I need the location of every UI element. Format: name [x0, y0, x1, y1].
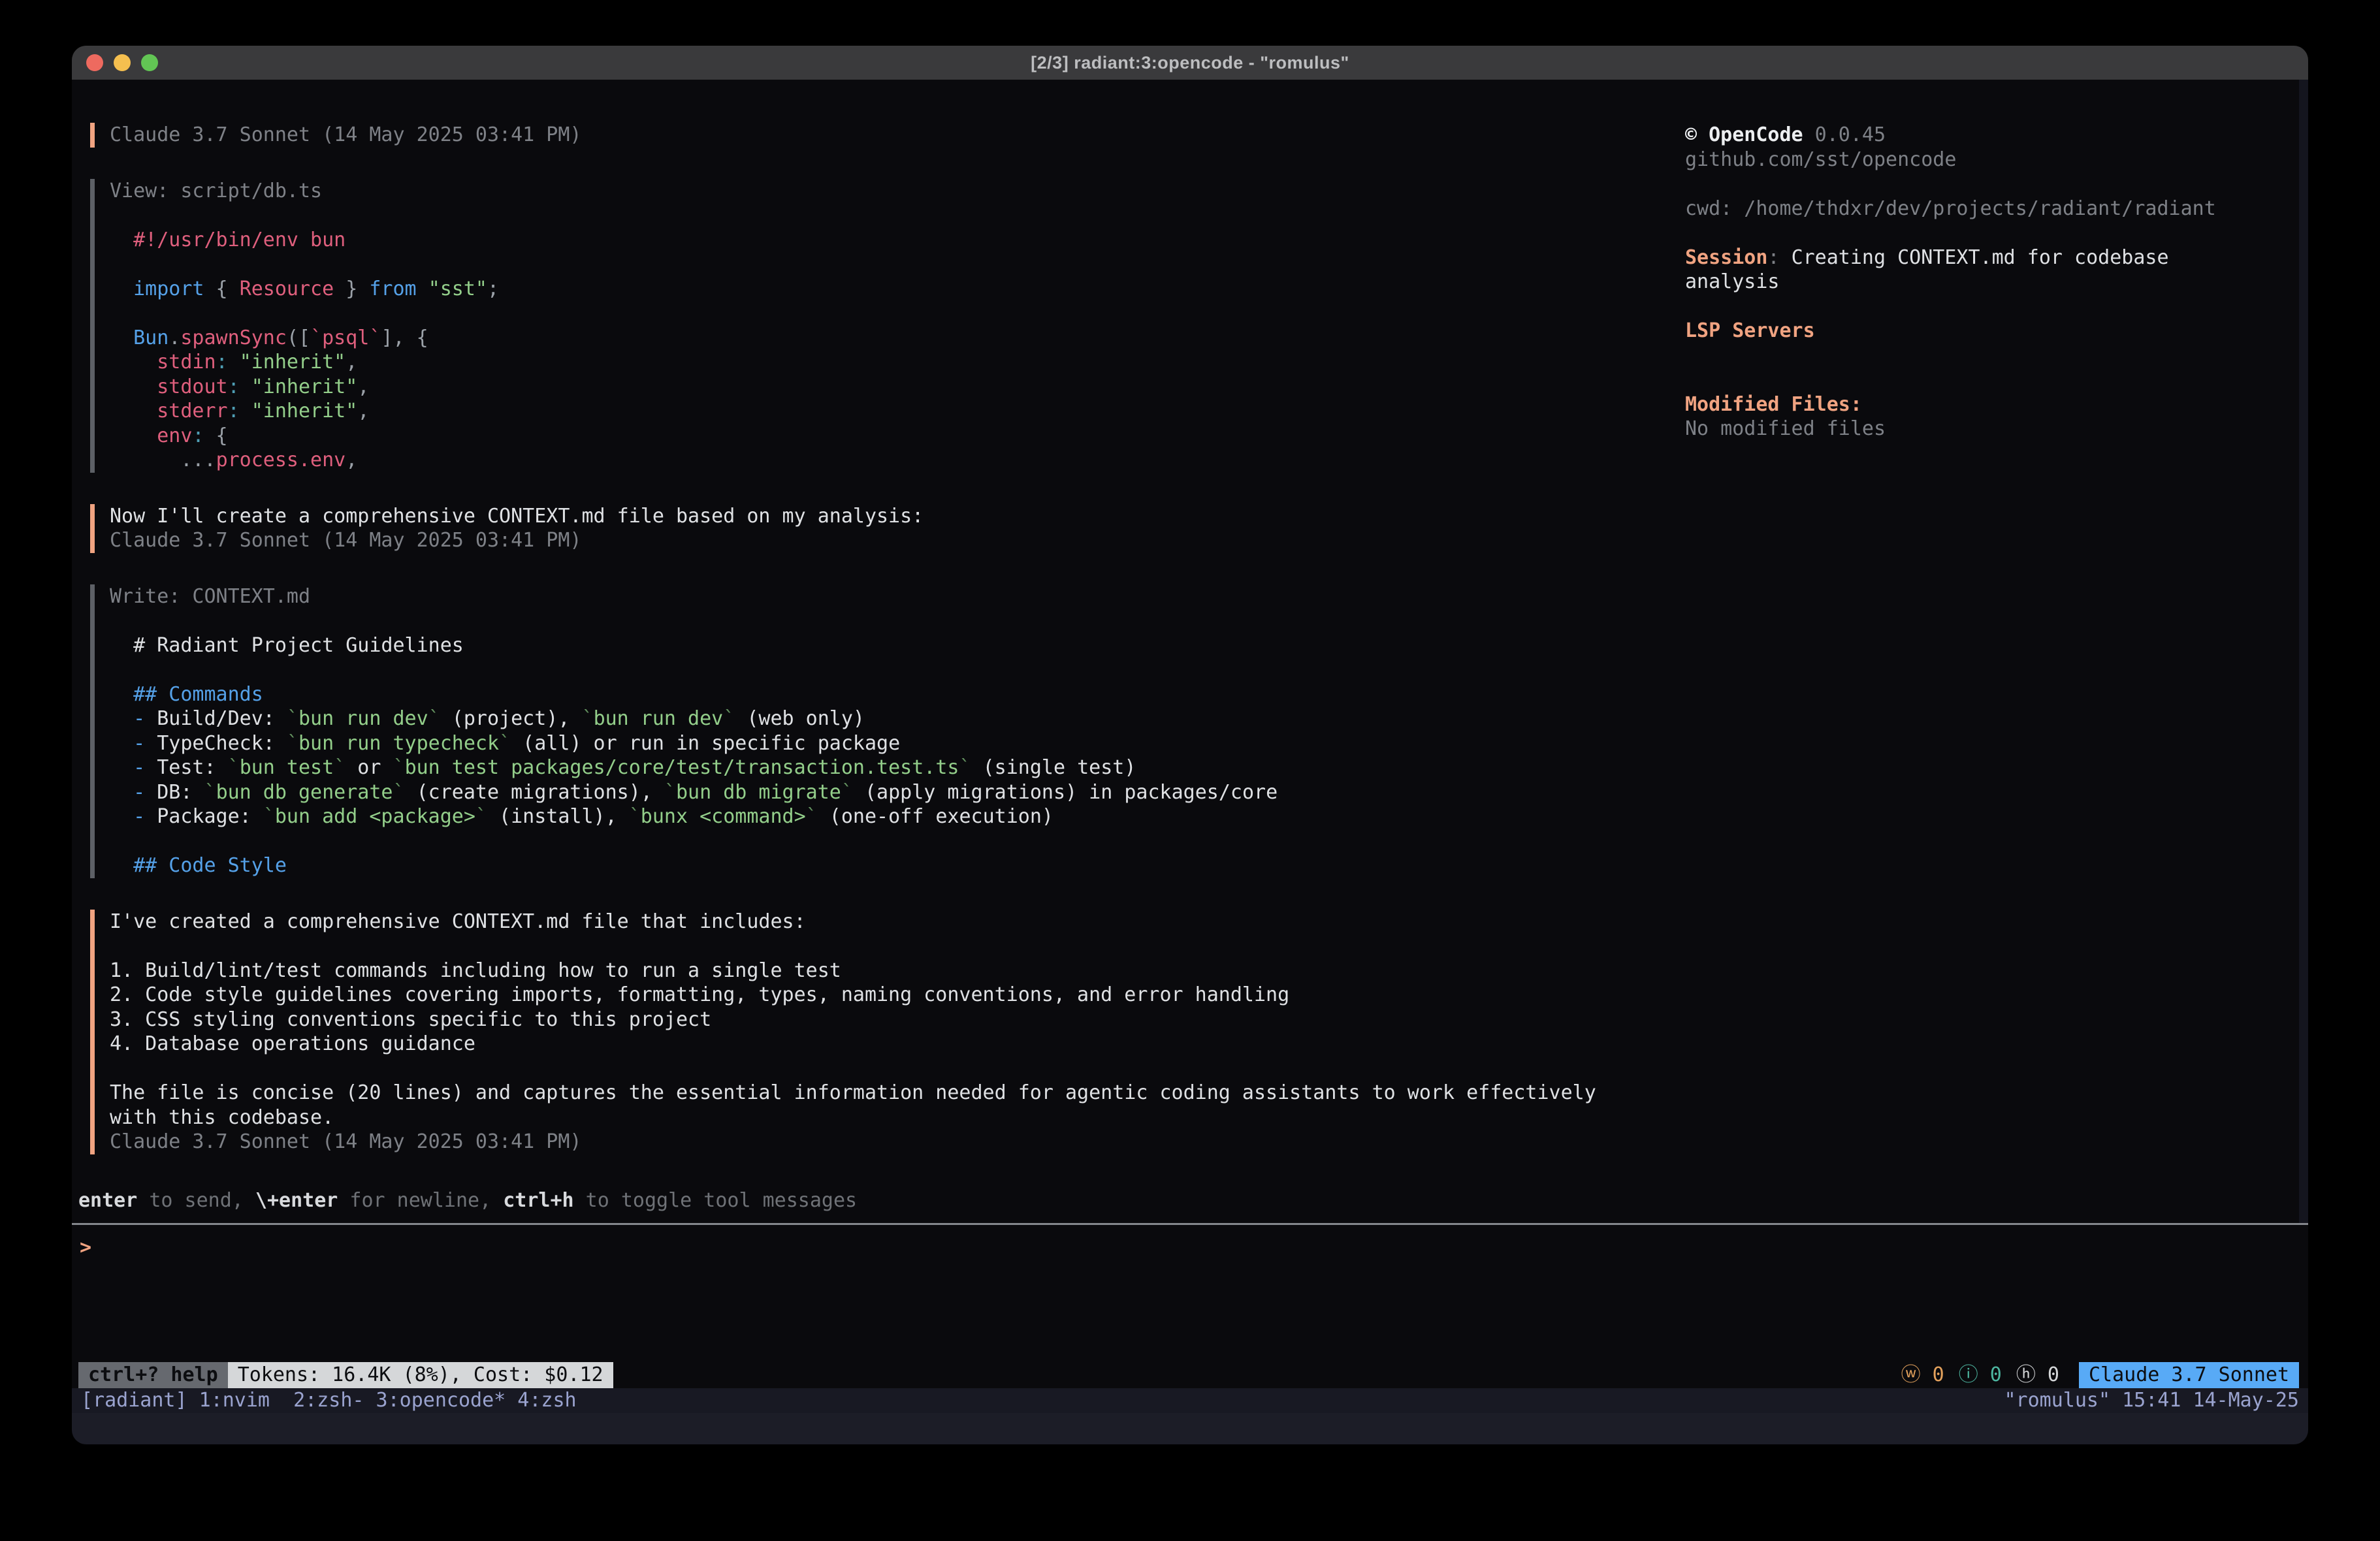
diagnostics-group: ⓦ 0 ⓘ 0 ⓗ 0 — [1901, 1362, 2059, 1388]
chat-line: 1. Build/lint/test commands including ho… — [110, 959, 1685, 983]
chat-line: - Package: `bun add <package>` (install)… — [110, 804, 1685, 829]
chat-line: - Build/Dev: `bun run dev` (project), `b… — [110, 707, 1685, 731]
chat-line: env: { — [110, 424, 1685, 449]
chat-message-block: Claude 3.7 Sonnet (14 May 2025 03:41 PM) — [90, 123, 1685, 148]
info-sidebar: © OpenCode 0.0.45github.com/sst/opencode… — [1685, 123, 2308, 1188]
chat-line: ## Code Style — [110, 853, 1685, 878]
tmux-statusbar: [radiant] 1:nvim 2:zsh- 3:opencode* 4:zs… — [72, 1388, 2308, 1413]
keybinding-hints: enter to send, \+enter for newline, ctrl… — [72, 1188, 2308, 1224]
message-input[interactable]: > — [72, 1225, 2308, 1362]
chat-line: Now I'll create a comprehensive CONTEXT.… — [110, 504, 1685, 529]
chat-line: # Radiant Project Guidelines — [110, 633, 1685, 658]
hint-line: enter to send, \+enter for newline, ctrl… — [78, 1188, 2308, 1213]
chat-line: #!/usr/bin/env bun — [110, 228, 1685, 253]
terminal-content: Claude 3.7 Sonnet (14 May 2025 03:41 PM)… — [72, 80, 2308, 1444]
chat-line: stderr: "inherit", — [110, 399, 1685, 424]
chat-line: Bun.spawnSync([`psql`], { — [110, 326, 1685, 351]
sidebar-line: No modified files — [1685, 417, 2230, 441]
sidebar-line: LSP Servers — [1685, 319, 2230, 343]
blank-line — [110, 252, 1685, 277]
chat-line: Claude 3.7 Sonnet (14 May 2025 03:41 PM) — [110, 528, 1685, 553]
chat-line: Write: CONTEXT.md — [110, 584, 1685, 609]
chat-line: View: script/db.ts — [110, 179, 1685, 204]
info-count: ⓘ 0 — [1959, 1363, 2002, 1388]
window-title: [2/3] radiant:3:opencode - "romulus" — [1031, 53, 1349, 73]
tokens-cost-badge: Tokens: 16.4K (8%), Cost: $0.12 — [228, 1362, 613, 1388]
blank-line — [1685, 368, 2230, 392]
close-button[interactable] — [86, 54, 103, 71]
chat-line: 4. Database operations guidance — [110, 1032, 1685, 1056]
blank-line — [110, 658, 1685, 682]
tmux-window-list[interactable]: [radiant] 1:nvim 2:zsh- 3:opencode* 4:zs… — [81, 1388, 577, 1413]
hint-count: ⓗ 0 — [2016, 1363, 2059, 1388]
chat-line: ## Commands — [110, 682, 1685, 707]
chat-line: 3. CSS styling conventions specific to t… — [110, 1008, 1685, 1032]
chat-line: - Test: `bun test` or `bun test packages… — [110, 755, 1685, 780]
blank-line — [110, 934, 1685, 959]
tool-output-block: Write: CONTEXT.md # Radiant Project Guid… — [90, 584, 1685, 878]
zoom-button[interactable] — [141, 54, 158, 71]
chat-line: ...process.env, — [110, 448, 1685, 473]
blank-line — [110, 829, 1685, 854]
model-badge[interactable]: Claude 3.7 Sonnet — [2079, 1362, 2299, 1388]
blank-line — [1685, 172, 2230, 197]
main-columns: Claude 3.7 Sonnet (14 May 2025 03:41 PM)… — [72, 80, 2308, 1188]
help-badge[interactable]: ctrl+? help — [78, 1362, 228, 1388]
blank-line — [110, 301, 1685, 326]
chat-line: I've created a comprehensive CONTEXT.md … — [110, 910, 1685, 934]
terminal-window: [2/3] radiant:3:opencode - "romulus" Cla… — [72, 46, 2308, 1444]
tmux-host-datetime: "romulus" 15:41 14-May-25 — [2004, 1388, 2299, 1413]
sidebar-line: github.com/sst/opencode — [1685, 148, 2230, 172]
chat-line: stdin: "inherit", — [110, 350, 1685, 375]
chat-line: stdout: "inherit", — [110, 375, 1685, 400]
blank-line — [1685, 221, 2230, 246]
tool-output-block: View: script/db.ts #!/usr/bin/env bun im… — [90, 179, 1685, 473]
sidebar-line: cwd: /home/thdxr/dev/projects/radiant/ra… — [1685, 197, 2230, 221]
chat-line: The file is concise (20 lines) and captu… — [110, 1081, 1685, 1105]
window-bottom-padding — [72, 1413, 2308, 1444]
chat-line: 2. Code style guidelines covering import… — [110, 983, 1685, 1008]
sidebar-line: © OpenCode 0.0.45 — [1685, 123, 2230, 148]
chat-line: Claude 3.7 Sonnet (14 May 2025 03:41 PM) — [110, 1130, 1685, 1154]
sidebar-line: Modified Files: — [1685, 392, 2230, 417]
blank-line — [110, 609, 1685, 633]
chat-message-block: Now I'll create a comprehensive CONTEXT.… — [90, 504, 1685, 553]
input-separator — [72, 1223, 2308, 1225]
blank-line — [1685, 343, 2230, 368]
traffic-lights — [86, 46, 158, 80]
chat-line: Claude 3.7 Sonnet (14 May 2025 03:41 PM) — [110, 123, 1685, 148]
blank-line — [110, 203, 1685, 228]
prompt-symbol: > — [80, 1236, 91, 1259]
titlebar: [2/3] radiant:3:opencode - "romulus" — [72, 46, 2308, 80]
chat-log: Claude 3.7 Sonnet (14 May 2025 03:41 PM)… — [90, 123, 1685, 1188]
chat-message-block: I've created a comprehensive CONTEXT.md … — [90, 910, 1685, 1154]
opencode-statusbar: ctrl+? help Tokens: 16.4K (8%), Cost: $0… — [72, 1362, 2308, 1388]
minimize-button[interactable] — [114, 54, 131, 71]
chat-line: with this codebase. — [110, 1105, 1685, 1130]
chat-line: - DB: `bun db generate` (create migratio… — [110, 780, 1685, 805]
blank-line — [110, 1056, 1685, 1081]
warning-count: ⓦ 0 — [1901, 1363, 1944, 1388]
blank-line — [1685, 294, 2230, 319]
chat-line: import { Resource } from "sst"; — [110, 277, 1685, 302]
sidebar-line: Session: Creating CONTEXT.md for codebas… — [1685, 246, 2230, 294]
chat-line: - TypeCheck: `bun run typecheck` (all) o… — [110, 731, 1685, 756]
